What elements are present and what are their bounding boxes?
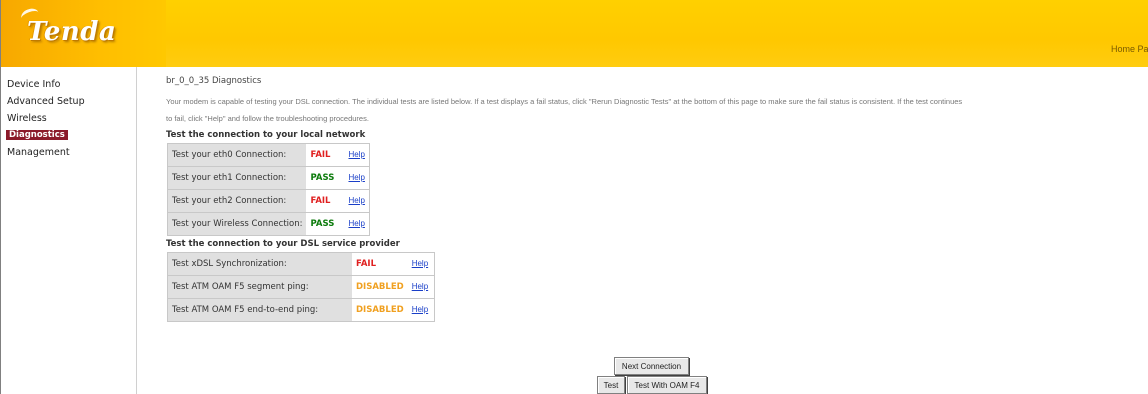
help-cell: Help bbox=[407, 298, 435, 322]
dsl-tests-table: Test xDSL Synchronization: FAIL Help Tes… bbox=[167, 252, 435, 322]
description-line-1: Your modem is capable of testing your DS… bbox=[166, 97, 963, 106]
tenda-logo: Tenda bbox=[19, 6, 117, 47]
table-row: Test your eth0 Connection: FAIL Help bbox=[167, 143, 370, 167]
help-cell: Help bbox=[407, 275, 435, 299]
test-label: Test ATM OAM F5 end-to-end ping: bbox=[167, 298, 352, 322]
test-label: Test your eth0 Connection: bbox=[167, 143, 307, 167]
table-row: Test ATM OAM F5 end-to-end ping: DISABLE… bbox=[167, 298, 435, 322]
local-network-heading: Test the connection to your local networ… bbox=[166, 130, 366, 140]
test-label: Test ATM OAM F5 segment ping: bbox=[167, 275, 352, 299]
help-cell: Help bbox=[344, 166, 370, 190]
test-result: PASS bbox=[306, 166, 345, 190]
sidebar-item-management[interactable]: Management bbox=[7, 147, 70, 158]
sidebar-item-advanced-setup[interactable]: Advanced Setup bbox=[7, 96, 85, 107]
table-row: Test your eth2 Connection: FAIL Help bbox=[167, 189, 370, 213]
help-link[interactable]: Help bbox=[412, 305, 428, 314]
sidebar-item-device-info[interactable]: Device Info bbox=[7, 79, 61, 90]
help-cell: Help bbox=[344, 212, 370, 236]
test-result: FAIL bbox=[352, 252, 408, 276]
help-cell: Help bbox=[407, 252, 435, 276]
test-result: DISABLED bbox=[352, 275, 408, 299]
test-with-oam-f4-button[interactable]: Test With OAM F4 bbox=[627, 376, 707, 394]
local-network-tests-table: Test your eth0 Connection: FAIL Help Tes… bbox=[167, 143, 370, 236]
home-page-link[interactable]: Home Page bbox=[1111, 44, 1148, 54]
description-line-2: to fail, click "Help" and follow the tro… bbox=[166, 114, 369, 123]
table-row: Test your Wireless Connection: PASS Help bbox=[167, 212, 370, 236]
help-link[interactable]: Help bbox=[348, 150, 364, 159]
table-row: Test ATM OAM F5 segment ping: DISABLED H… bbox=[167, 275, 435, 299]
help-link[interactable]: Help bbox=[348, 173, 364, 182]
test-label: Test your Wireless Connection: bbox=[167, 212, 307, 236]
table-row: Test xDSL Synchronization: FAIL Help bbox=[167, 252, 435, 276]
help-cell: Help bbox=[344, 143, 370, 167]
help-link[interactable]: Help bbox=[412, 259, 428, 268]
table-row: Test your eth1 Connection: PASS Help bbox=[167, 166, 370, 190]
next-connection-button[interactable]: Next Connection bbox=[614, 357, 689, 375]
header-banner: Tenda Home Page bbox=[1, 0, 1148, 67]
test-result: DISABLED bbox=[352, 298, 408, 322]
help-link[interactable]: Help bbox=[348, 196, 364, 205]
help-link[interactable]: Help bbox=[412, 282, 428, 291]
test-result: FAIL bbox=[306, 189, 345, 213]
sidebar: Device Info Advanced Setup Wireless Diag… bbox=[0, 67, 137, 394]
help-cell: Help bbox=[344, 189, 370, 213]
help-link[interactable]: Help bbox=[348, 219, 364, 228]
sidebar-item-diagnostics[interactable]: Diagnostics bbox=[6, 130, 68, 140]
dsl-provider-heading: Test the connection to your DSL service … bbox=[166, 239, 400, 249]
sidebar-item-wireless[interactable]: Wireless bbox=[7, 113, 47, 124]
test-label: Test your eth2 Connection: bbox=[167, 189, 307, 213]
test-result: PASS bbox=[306, 212, 345, 236]
logo-text: Tenda bbox=[27, 17, 117, 47]
test-label: Test xDSL Synchronization: bbox=[167, 252, 352, 276]
test-result: FAIL bbox=[306, 143, 345, 167]
test-button[interactable]: Test bbox=[597, 376, 625, 394]
page-title: br_0_0_35 Diagnostics bbox=[166, 76, 262, 86]
test-label: Test your eth1 Connection: bbox=[167, 166, 307, 190]
